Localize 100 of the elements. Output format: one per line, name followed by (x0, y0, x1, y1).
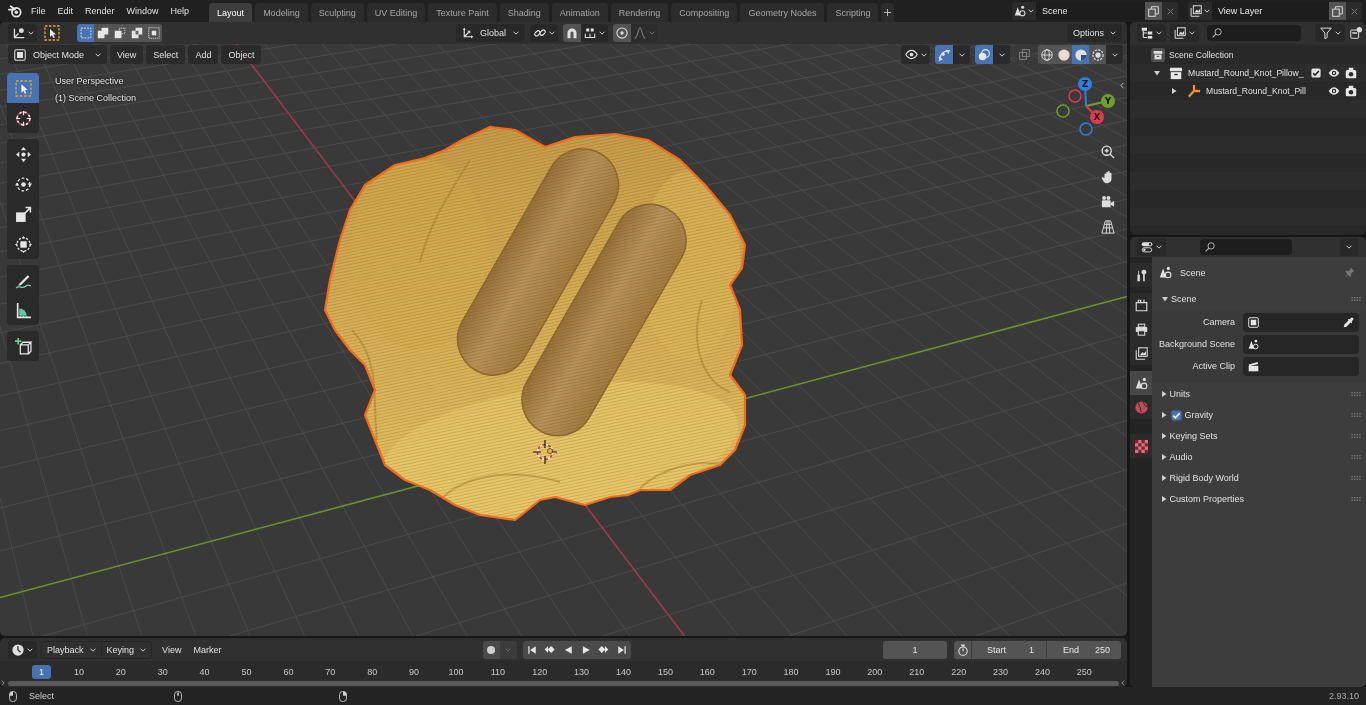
eye-icon[interactable] (1328, 85, 1340, 97)
search-field[interactable] (1200, 239, 1292, 255)
negative-axis-handle[interactable] (1056, 104, 1070, 118)
menu-item[interactable]: Select (146, 45, 186, 64)
editor-type-button[interactable] (1137, 238, 1166, 256)
new-collection-button[interactable] (1348, 24, 1363, 42)
menu-item[interactable]: View (110, 45, 144, 64)
jump-to-start-button[interactable] (522, 640, 541, 659)
negative-axis-handle[interactable] (1079, 122, 1093, 136)
selection-mode-button[interactable] (94, 24, 111, 42)
eyedropper-icon[interactable] (1343, 316, 1354, 328)
duplicate-button[interactable] (1329, 2, 1346, 20)
snap-target-dropdown[interactable] (581, 24, 608, 42)
editor-type-button[interactable] (8, 24, 37, 42)
snap-toggle[interactable] (563, 24, 581, 42)
tool-button[interactable] (7, 331, 39, 361)
view-layer-browse-button[interactable] (1188, 2, 1212, 20)
menu-item[interactable]: Object (221, 45, 262, 64)
menu-item[interactable]: Help (164, 2, 196, 20)
add-workspace-button[interactable] (881, 3, 895, 22)
menu-item[interactable]: Add (188, 45, 219, 64)
workspace-tab[interactable]: Rendering (610, 3, 669, 22)
scene-browse-button[interactable] (1012, 2, 1036, 20)
visibility-dropdown[interactable] (901, 45, 930, 64)
editor-type-button[interactable] (1137, 24, 1166, 42)
camera-icon[interactable] (1345, 67, 1357, 79)
menu-item[interactable]: Edit (51, 2, 80, 20)
display-mode-dropdown[interactable] (1170, 24, 1199, 42)
selection-mode-button[interactable] (145, 24, 162, 42)
menu-item[interactable]: View (156, 640, 188, 659)
tool-button[interactable] (7, 103, 39, 133)
drag-handle-icon[interactable] (1351, 297, 1361, 301)
current-frame-field[interactable]: 1 (883, 640, 947, 659)
orientation-dropdown[interactable]: Global (456, 24, 525, 42)
triangle-right-icon[interactable] (1172, 88, 1177, 94)
scrollbar[interactable] (8, 680, 1119, 686)
scene-picker-field[interactable] (1243, 334, 1359, 354)
dropdown-menu[interactable]: Keying (100, 640, 153, 659)
options-dropdown[interactable]: Options (1066, 24, 1122, 42)
workspace-tab[interactable]: Animation (551, 3, 608, 22)
shading-mode-button[interactable] (1038, 45, 1055, 64)
chevron-right-icon[interactable] (1, 680, 5, 686)
menu-item[interactable]: Marker (187, 640, 228, 659)
workspace-tab[interactable]: Texture Paint (428, 3, 497, 22)
properties-tab[interactable] (1130, 263, 1152, 287)
workspace-tab[interactable]: UV Editing (366, 3, 426, 22)
workspace-tab[interactable]: Scripting (827, 3, 879, 22)
falloff-dropdown[interactable] (631, 24, 658, 42)
drag-handle-icon[interactable] (1351, 455, 1361, 459)
drag-handle-icon[interactable] (1351, 392, 1361, 396)
menu-item[interactable]: Render (79, 2, 121, 20)
duplicate-button[interactable] (1145, 2, 1162, 20)
negative-axis-handle[interactable] (1068, 89, 1082, 103)
properties-tab[interactable] (1130, 341, 1152, 365)
proportional-editing-toggle[interactable] (613, 24, 631, 42)
workspace-tab[interactable]: Compositing (671, 3, 738, 22)
outliner-item[interactable]: Mustard_Round_Knot_Pillow_ (1188, 68, 1304, 78)
overlays-toggle[interactable] (975, 45, 993, 64)
outliner-item[interactable]: Mustard_Round_Knot_Pill (1206, 86, 1306, 96)
properties-tab[interactable] (1130, 293, 1152, 317)
mode-dropdown[interactable]: Object Mode (8, 45, 107, 64)
properties-tab[interactable] (1130, 371, 1152, 395)
selection-mode-button[interactable] (77, 24, 94, 42)
menu-item[interactable]: File (25, 2, 52, 20)
end-frame-field[interactable]: End 250 (1046, 640, 1121, 659)
drag-handle-icon[interactable] (1351, 413, 1361, 417)
shading-mode-button[interactable] (1055, 45, 1072, 64)
chevron-left-icon[interactable] (1120, 82, 1124, 89)
workspace-tab[interactable]: Geometry Nodes (740, 3, 825, 22)
dropdown-menu[interactable]: Playback (41, 640, 102, 659)
search-field[interactable] (1207, 25, 1301, 41)
preview-range-toggle[interactable] (954, 640, 971, 659)
pivot-dropdown[interactable] (530, 24, 558, 42)
object-picker-field[interactable] (1243, 312, 1359, 332)
3d-viewport[interactable]: Global Options Object Mode View Select Add Object User Perspective (1) Scene Collection Z Y X (0, 22, 1127, 636)
shading-mode-button[interactable] (1072, 45, 1089, 64)
tool-button[interactable] (7, 139, 39, 169)
tool-button[interactable] (7, 295, 39, 325)
current-frame-indicator[interactable]: 1 (32, 664, 51, 679)
drag-handle-icon[interactable] (1351, 476, 1361, 480)
editor-type-button[interactable] (8, 640, 37, 659)
selection-mode-button[interactable] (128, 24, 145, 42)
drag-handle-icon[interactable] (1351, 434, 1361, 438)
blender-logo-icon[interactable] (8, 4, 22, 18)
active-tool-button[interactable] (43, 24, 61, 42)
checkbox[interactable] (1311, 68, 1321, 78)
tool-button[interactable] (7, 265, 39, 295)
tool-button[interactable] (7, 229, 39, 259)
selection-mode-button[interactable] (111, 24, 128, 42)
workspace-tab[interactable]: Sculpting (310, 3, 364, 22)
jump-to-end-button[interactable] (612, 640, 631, 659)
outliner-item[interactable]: Scene Collection (1169, 50, 1234, 60)
menu-item[interactable]: Window (120, 2, 165, 20)
clip-picker-field[interactable] (1243, 356, 1359, 376)
triangle-down-icon[interactable] (1154, 70, 1160, 76)
gizmo-toggle[interactable] (935, 45, 953, 64)
start-frame-field[interactable]: Start 1 (971, 640, 1046, 659)
workspace-tab[interactable]: Modeling (255, 3, 308, 22)
chevron-left-icon[interactable] (1121, 680, 1125, 686)
auto-keying-toggle[interactable] (482, 640, 500, 659)
